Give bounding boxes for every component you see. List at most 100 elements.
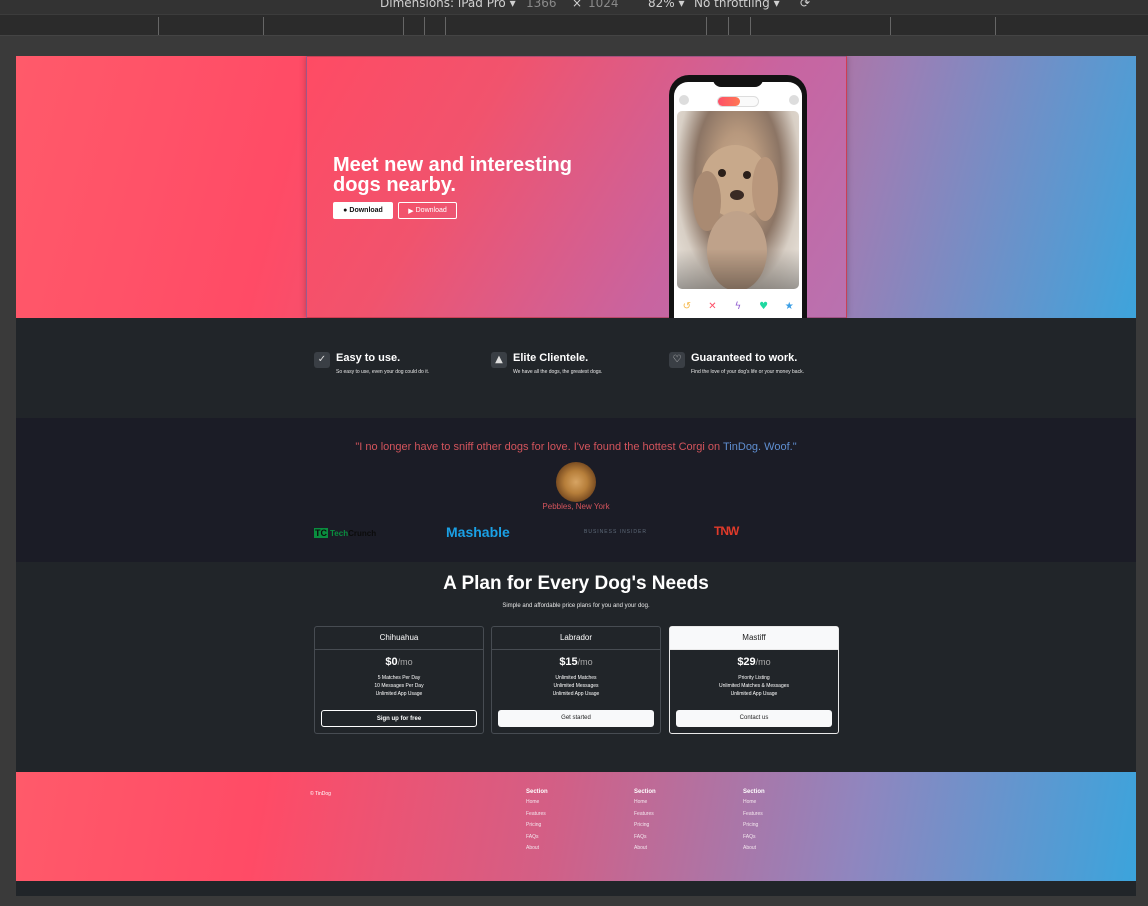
feature-desc: Find the love of your dog's life or your…	[691, 369, 804, 375]
heart-arrow-icon: ♡	[669, 352, 685, 368]
footer-link-pricing[interactable]: Pricing	[743, 820, 765, 832]
footer-heading: Section	[743, 789, 765, 795]
plan-price: $0/mo	[315, 656, 483, 668]
footer-column: Section Home Features Pricing FAQs About	[634, 789, 656, 855]
page-bottom-strip	[16, 881, 1136, 896]
techcrunch-logo: TC TechCrunch	[314, 528, 376, 538]
play-download-button[interactable]: ▶ Download	[398, 202, 457, 219]
sign-up-button[interactable]: Sign up for free	[321, 710, 477, 727]
plan-card-labrador: Labrador $15/mo Unlimited Matches Unlimi…	[491, 626, 661, 734]
footer-column: Section Home Features Pricing FAQs About	[743, 789, 765, 855]
device-dimensions-select[interactable]: Dimensions: iPad Pro ▾	[380, 0, 516, 10]
techcrunch-crunch: Crunch	[348, 529, 377, 538]
footer-link-features[interactable]: Features	[743, 809, 765, 821]
techcrunch-tech: Tech	[330, 529, 349, 538]
footer-copyright: © TinDog	[310, 791, 331, 797]
plan-card-mastiff: Mastiff $29/mo Priority Listing Unlimite…	[669, 626, 839, 734]
flame-toggle-active	[718, 97, 740, 106]
pricing-title: A Plan for Every Dog's Needs	[443, 573, 709, 594]
mashable-logo: Mashable	[446, 524, 510, 540]
footer-link-pricing[interactable]: Pricing	[634, 820, 656, 832]
ruler-tick	[403, 17, 404, 35]
techcrunch-mark: TC	[314, 528, 328, 538]
ruler-tick	[263, 17, 264, 35]
play-download-label: Download	[415, 207, 447, 214]
footer: © TinDog Section Home Features Pricing F…	[16, 772, 1136, 881]
price-amount: $0	[385, 656, 398, 668]
price-amount: $29	[737, 656, 756, 668]
plan-feature: Unlimited App Usage	[552, 691, 600, 697]
ruler-tick	[424, 17, 425, 35]
plan-name: Labrador	[492, 627, 660, 650]
feature-desc: So easy to use, even your dog could do i…	[336, 369, 430, 375]
ruler-tick	[728, 17, 729, 35]
footer-link-home[interactable]: Home	[743, 797, 765, 809]
features-section: ✓ Easy to use. So easy to use, even your…	[16, 318, 1136, 418]
footer-link-faqs[interactable]: FAQs	[634, 832, 656, 844]
boost-icon: ϟ	[734, 300, 742, 312]
ruler-tick	[706, 17, 707, 35]
testimonial-author: Pebbles, New York	[542, 502, 610, 511]
photo-shade	[677, 249, 799, 289]
footer-link-home[interactable]: Home	[526, 797, 548, 809]
rotate-icon[interactable]: ⟳	[800, 0, 810, 10]
contact-us-button[interactable]: Contact us	[676, 710, 832, 727]
rewind-icon: ↺	[682, 300, 691, 312]
media-query-ruler	[0, 14, 1148, 36]
plan-price: $15/mo	[492, 656, 660, 668]
plan-feature: 10 Messages Per Day	[374, 683, 424, 689]
hero-title: Meet new and interesting dogs nearby.	[333, 154, 572, 196]
footer-link-features[interactable]: Features	[634, 809, 656, 821]
quote-text: "I no longer have to sniff other dogs fo…	[355, 441, 723, 453]
throttling-select[interactable]: No throttling ▾	[694, 0, 780, 10]
footer-link-faqs[interactable]: FAQs	[743, 832, 765, 844]
apple-download-label: Download	[349, 207, 383, 214]
feature-title: Guaranteed to work.	[691, 352, 798, 364]
device-width-input[interactable]: 1366	[526, 0, 557, 10]
get-started-button[interactable]: Get started	[498, 710, 654, 727]
price-period: /mo	[397, 657, 413, 667]
apple-download-button[interactable]: ● Download	[333, 202, 393, 219]
ruler-tick	[158, 17, 159, 35]
business-insider-logo: BUSINESS INSIDER	[584, 529, 647, 535]
ruler-tick	[445, 17, 446, 35]
pricing-section: A Plan for Every Dog's Needs Simple and …	[16, 562, 1136, 772]
device-label: Dimensions: iPad Pro	[380, 0, 506, 10]
play-icon: ▶	[408, 207, 414, 215]
plan-name: Mastiff	[670, 627, 838, 650]
testimonial-quote: "I no longer have to sniff other dogs fo…	[16, 441, 1136, 453]
feature-title: Easy to use.	[336, 352, 401, 364]
footer-link-pricing[interactable]: Pricing	[526, 820, 548, 832]
price-period: /mo	[577, 657, 593, 667]
plan-feature: Unlimited App Usage	[375, 691, 423, 697]
check-circle-icon: ✓	[314, 352, 330, 368]
price-period: /mo	[755, 657, 771, 667]
graduation-cap-icon: ▲	[491, 352, 507, 368]
footer-link-features[interactable]: Features	[526, 809, 548, 821]
footer-link-home[interactable]: Home	[634, 797, 656, 809]
feature-desc: We have all the dogs, the greatest dogs.	[513, 369, 603, 375]
footer-link-about[interactable]: About	[634, 843, 656, 855]
app-mode-toggle	[717, 96, 759, 107]
hero-container: Meet new and interesting dogs nearby. ● …	[306, 56, 847, 319]
chat-icon	[789, 95, 799, 105]
device-height-input[interactable]: 1024	[588, 0, 619, 10]
plan-card-chihuahua: Chihuahua $0/mo 5 Matches Per Day 10 Mes…	[314, 626, 484, 734]
page-viewport: Meet new and interesting dogs nearby. ● …	[16, 56, 1136, 896]
plan-features: 5 Matches Per Day 10 Messages Per Day Un…	[315, 674, 483, 698]
ruler-tick	[890, 17, 891, 35]
nope-icon: ✕	[708, 300, 717, 312]
ruler-tick	[750, 17, 751, 35]
avatar	[556, 462, 596, 502]
quote-brand: TinDog. Woof."	[723, 441, 797, 453]
footer-link-about[interactable]: About	[743, 843, 765, 855]
footer-link-about[interactable]: About	[526, 843, 548, 855]
plan-feature: Priority Listing	[738, 675, 770, 681]
tnw-logo: TNW	[714, 524, 739, 538]
app-top-bar	[674, 94, 802, 108]
like-icon: ♥	[759, 300, 769, 312]
footer-link-faqs[interactable]: FAQs	[526, 832, 548, 844]
times-icon: ×	[572, 0, 583, 10]
zoom-select[interactable]: 82% ▾	[648, 0, 685, 10]
plan-price: $29/mo	[670, 656, 838, 668]
